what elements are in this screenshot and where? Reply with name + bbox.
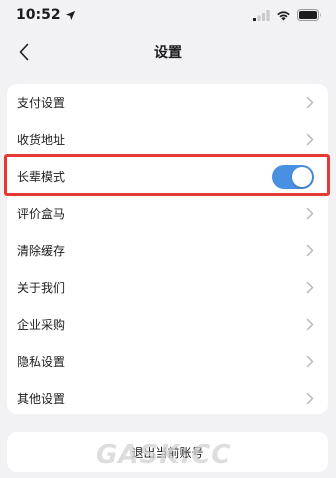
settings-item-about-us[interactable]: 关于我们 [7,269,328,306]
chevron-right-icon [306,281,314,294]
status-icons [253,9,322,21]
settings-item-elder-mode: 长辈模式 [7,158,328,195]
settings-item-label: 企业采购 [17,318,66,332]
settings-item-address[interactable]: 收货地址 [7,121,328,158]
settings-list: 支付设置 收货地址 长辈模式 评价盒马 清除缓存 关于我们 企业采购 隐私设置 … [7,84,328,414]
chevron-right-icon [306,133,314,146]
elder-mode-toggle[interactable] [272,164,314,189]
settings-item-label: 清除缓存 [17,244,66,258]
chevron-right-icon [306,392,314,405]
status-bar: 10:52 [0,0,336,30]
page-title: 设置 [154,45,182,61]
status-time-group: 10:52 [16,7,76,23]
chevron-right-icon [306,244,314,257]
cellular-signal-icon [253,9,270,21]
settings-item-label: 评价盒马 [17,207,66,221]
chevron-left-icon [19,43,29,61]
settings-item-label: 隐私设置 [17,355,66,369]
battery-icon [297,9,321,21]
settings-page: 10:52 设置 支付设置 收货地址 长辈模式 评价盒马 清除缓存 关于我们 企… [0,0,336,478]
settings-item-rate-app[interactable]: 评价盒马 [7,195,328,232]
status-time: 10:52 [16,7,61,23]
toggle-knob [292,166,312,187]
settings-item-clear-cache[interactable]: 清除缓存 [7,232,328,269]
settings-item-label: 其他设置 [17,392,66,406]
settings-item-other[interactable]: 其他设置 [7,380,328,417]
nav-bar: 设置 [0,30,336,74]
wifi-icon [277,10,290,20]
chevron-right-icon [306,96,314,109]
settings-item-label: 长辈模式 [17,170,66,184]
settings-item-label: 收货地址 [17,133,66,147]
settings-item-payment[interactable]: 支付设置 [7,84,328,121]
settings-item-label: 关于我们 [17,281,66,295]
settings-item-enterprise-purchase[interactable]: 企业采购 [7,306,328,343]
chevron-right-icon [306,207,314,220]
settings-item-privacy[interactable]: 隐私设置 [7,343,328,380]
logout-button[interactable]: 退出当前账号 [7,432,328,472]
back-button[interactable] [8,36,40,68]
settings-item-label: 支付设置 [17,96,66,110]
chevron-right-icon [306,355,314,368]
chevron-right-icon [306,318,314,331]
logout-label: 退出当前账号 [131,445,204,460]
location-arrow-icon [65,10,75,20]
